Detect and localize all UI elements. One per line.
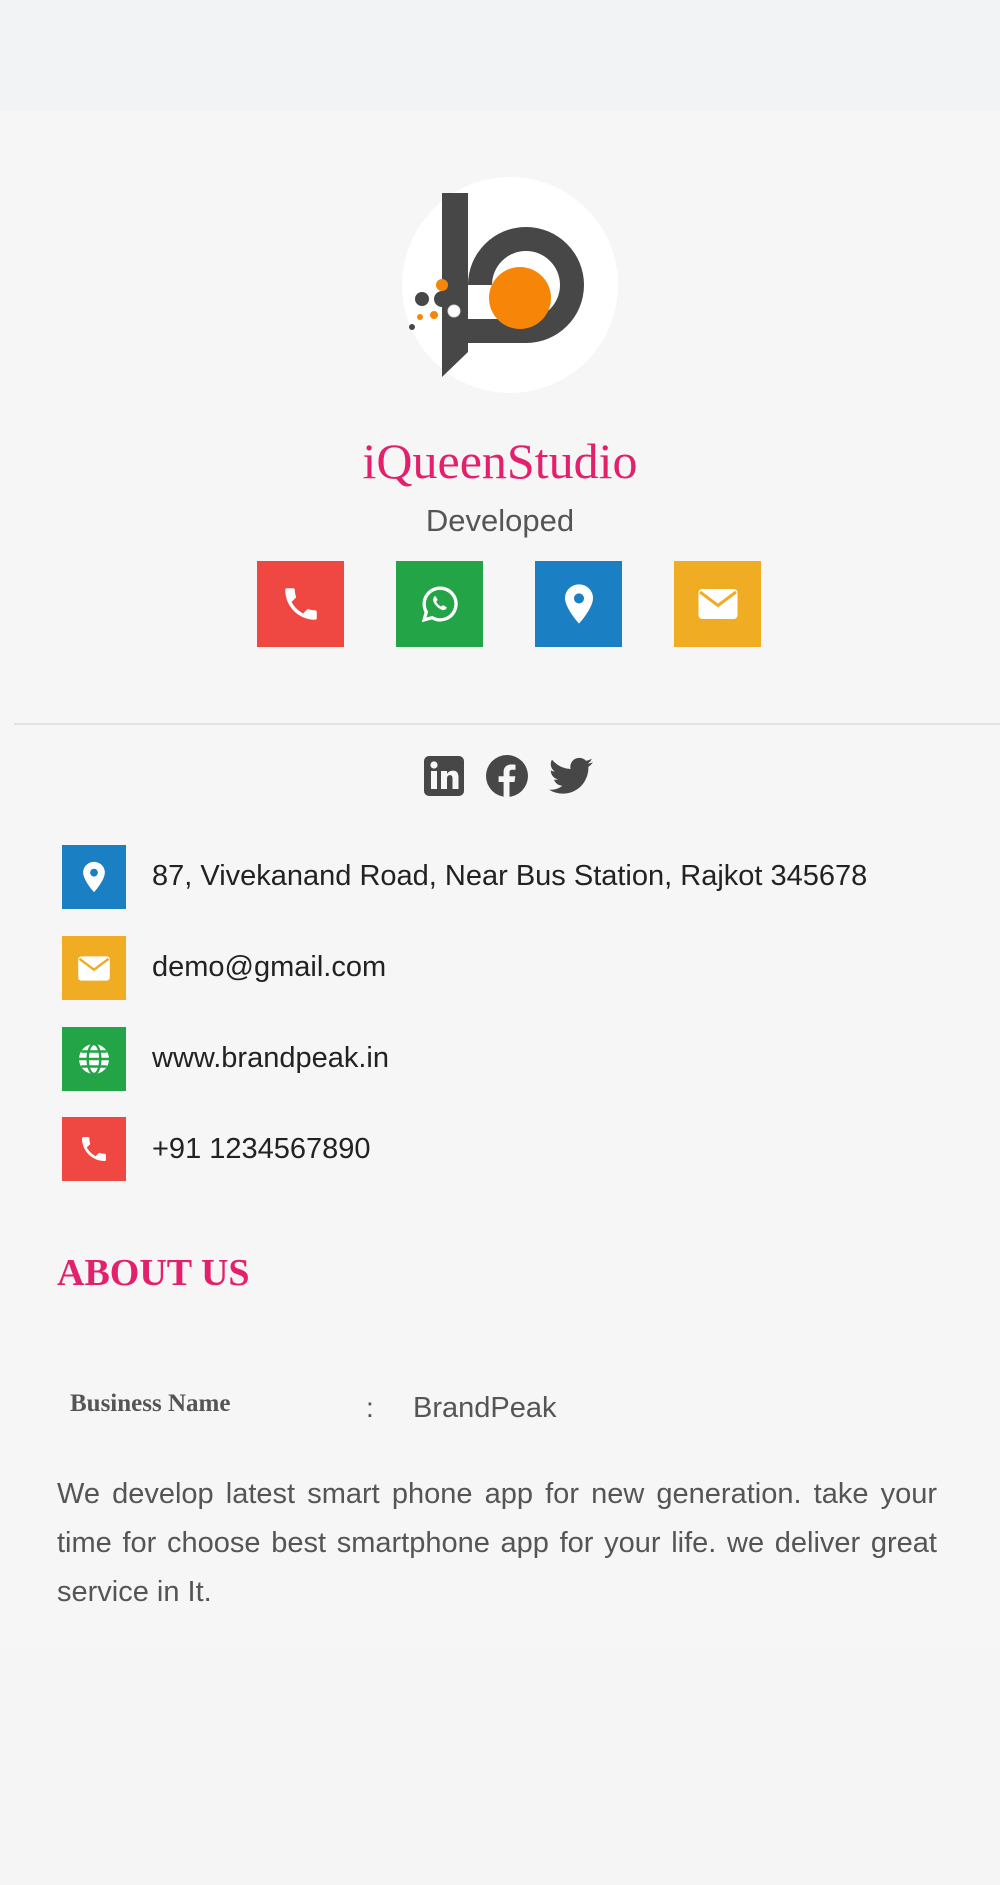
about-description: We develop latest smart phone app for ne… [57, 1478, 937, 1608]
facebook-link[interactable] [483, 752, 531, 800]
globe-icon [79, 1042, 109, 1076]
address-text[interactable]: 87, Vivekanand Road, Near Bus Station, R… [152, 860, 867, 893]
phone-link[interactable]: +91 1234567890 [152, 1133, 371, 1166]
company-subtitle: Developed [425, 503, 575, 538]
brand-logo [402, 177, 618, 393]
email-icon-box [62, 936, 126, 1000]
phone-icon [284, 588, 317, 620]
address-icon-box [62, 845, 126, 909]
location-button[interactable] [535, 561, 622, 647]
whatsapp-button[interactable] [396, 561, 483, 647]
email-link[interactable]: demo@gmail.com [152, 951, 386, 984]
envelope-icon [698, 589, 737, 619]
twitter-icon [549, 757, 593, 794]
email-button[interactable] [674, 561, 761, 647]
call-button[interactable] [257, 561, 344, 647]
whatsapp-icon [421, 586, 458, 623]
brandpeak-logo-icon [409, 193, 584, 377]
phone-icon-box [62, 1117, 126, 1181]
envelope-icon [78, 955, 110, 981]
facebook-icon [486, 755, 528, 797]
section-divider [14, 723, 1000, 725]
linkedin-icon [424, 756, 464, 796]
location-pin-icon [83, 861, 105, 893]
phone-icon [82, 1137, 106, 1161]
business-name-value: BrandPeak [413, 1392, 557, 1424]
business-name-separator: : [366, 1392, 374, 1423]
twitter-link[interactable] [547, 752, 595, 800]
top-bar [0, 0, 1000, 111]
linkedin-link[interactable] [420, 752, 468, 800]
location-pin-icon [564, 584, 593, 624]
about-heading: ABOUT US [57, 1252, 250, 1294]
company-title: iQueenStudio [362, 433, 638, 489]
website-link[interactable]: www.brandpeak.in [152, 1042, 389, 1075]
business-name-label: Business Name [70, 1390, 231, 1417]
website-icon-box [62, 1027, 126, 1091]
